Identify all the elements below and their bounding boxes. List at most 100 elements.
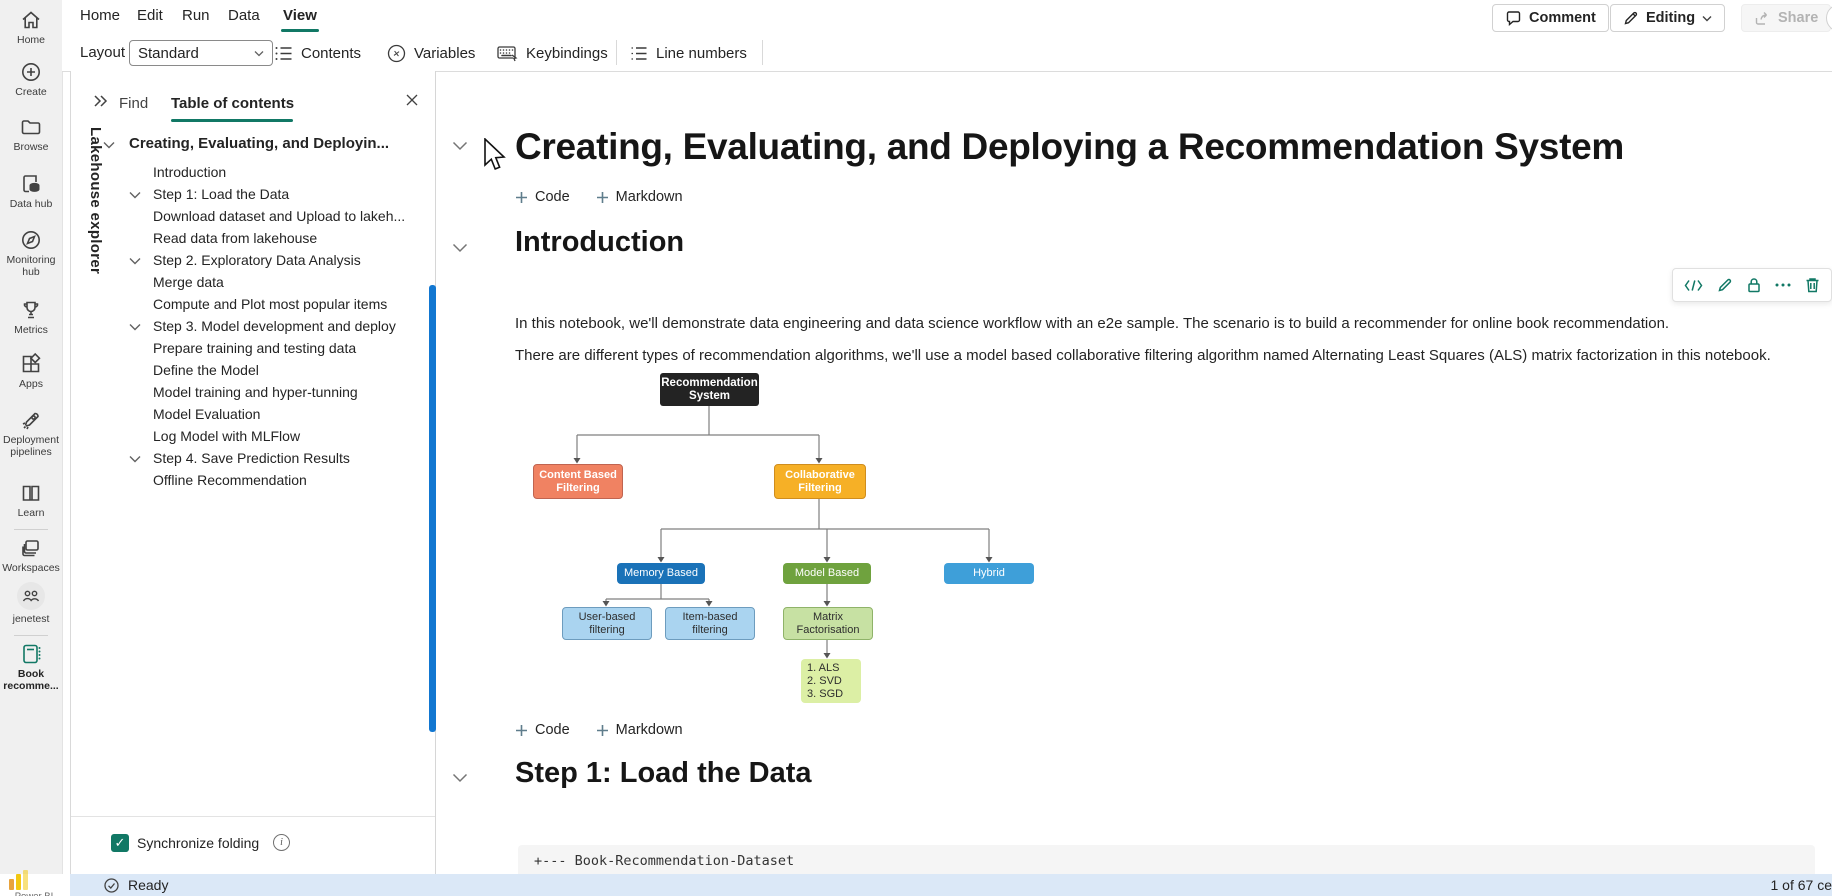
info-icon[interactable] (273, 834, 290, 851)
toc-item[interactable]: Model Evaluation (71, 403, 431, 425)
editing-label: Editing (1646, 10, 1696, 26)
line-numbers-button[interactable]: Line numbers (630, 41, 747, 65)
plus-icon (515, 724, 528, 737)
chevron-down-icon[interactable] (103, 141, 115, 149)
power-bi-label: Power BI (8, 891, 60, 896)
collapse-intro-cell-chevron[interactable] (452, 243, 468, 253)
expand-panel-button[interactable] (93, 94, 109, 108)
power-bi-logo[interactable]: Power BI (8, 870, 60, 896)
keybindings-button[interactable]: Keybindings (497, 41, 608, 65)
chevron-down-icon (1702, 15, 1712, 22)
toc-item[interactable]: Compute and Plot most popular items (71, 293, 431, 315)
synchronize-folding-label: Synchronize folding (137, 835, 260, 851)
contents-toggle-button[interactable]: Contents (275, 41, 361, 65)
sidebar-item-notebook-book-recommendation[interactable]: Book recomme... (0, 642, 62, 692)
keybindings-label: Keybindings (526, 44, 608, 62)
add-markdown-button[interactable]: Markdown (596, 722, 683, 738)
line-numbers-icon (630, 46, 648, 61)
toc-item[interactable]: Step 3. Model development and deploy (71, 315, 431, 337)
toc-item[interactable]: Introduction (71, 161, 431, 183)
contents-label: Contents (301, 44, 362, 62)
menu-home[interactable]: Home (80, 7, 120, 24)
layout-select[interactable]: Standard (129, 40, 273, 66)
plus-circle-icon (0, 60, 62, 84)
toc-item[interactable]: Step 1: Load the Data (71, 183, 431, 205)
add-code-button[interactable]: Code (515, 189, 570, 205)
toc-item[interactable]: Log Model with MLFlow (71, 425, 431, 447)
plus-icon (596, 724, 609, 737)
sidebar-item-deployment-pipelines[interactable]: Deployment pipelines (0, 408, 62, 458)
convert-to-code-icon[interactable] (1684, 279, 1703, 292)
synchronize-folding-checkbox[interactable] (111, 834, 129, 852)
toc-item[interactable]: Model training and hyper-tunning (71, 381, 431, 403)
sidebar-item-create[interactable]: Create (0, 60, 62, 98)
toc-item-label: Step 2. Exploratory Data Analysis (153, 252, 361, 268)
close-panel-button[interactable] (405, 93, 419, 107)
flowchart-node-matrix-factorisation: Matrix Factorisation (783, 607, 873, 640)
sidebar-item-monitoring-hub[interactable]: Monitoring hub (0, 228, 62, 278)
toc-item[interactable]: Step 2. Exploratory Data Analysis (71, 249, 431, 271)
sidebar-item-metrics[interactable]: Metrics (0, 298, 62, 336)
toc-item[interactable]: Step 4. Save Prediction Results (71, 447, 431, 469)
share-button[interactable]: Share (1741, 4, 1832, 32)
collapse-title-cell-chevron[interactable] (452, 141, 468, 151)
intro-heading: Introduction (515, 226, 685, 258)
people-icon (0, 581, 62, 611)
code-cell[interactable]: +--- Book-Recommendation-Dataset (518, 845, 1815, 874)
app-window: Home Create Browse Data hub Monitoring h… (0, 0, 1832, 896)
add-code-button[interactable]: Code (515, 722, 570, 738)
sidebar-item-home[interactable]: Home (0, 8, 62, 46)
chevron-down-icon[interactable] (129, 191, 141, 199)
recommendation-flowchart-image: Recommendation System Content Based Filt… (533, 371, 1093, 711)
tab-find[interactable]: Find (119, 95, 148, 112)
menu-edit[interactable]: Edit (137, 7, 163, 24)
add-code-label: Code (535, 189, 570, 205)
toc-item[interactable]: Download dataset and Upload to lakeh... (71, 205, 431, 227)
menu-data[interactable]: Data (228, 7, 260, 24)
sidebar-item-learn[interactable]: Learn (0, 481, 62, 519)
editing-mode-button[interactable]: Editing (1610, 4, 1726, 32)
flowchart-node-content-based-filtering: Content Based Filtering (533, 464, 623, 499)
sidebar-item-data-hub[interactable]: Data hub (0, 172, 62, 210)
toc-item[interactable]: Offline Recommendation (71, 469, 431, 491)
sidebar-item-browse[interactable]: Browse (0, 115, 62, 153)
plus-icon (596, 191, 609, 204)
rocket-icon (0, 408, 62, 432)
sidebar-item-apps[interactable]: Apps (0, 352, 62, 390)
share-label: Share (1778, 10, 1819, 26)
app-rail: Home Create Browse Data hub Monitoring h… (0, 0, 63, 874)
cell-toolbar (1672, 268, 1832, 302)
chevron-down-icon[interactable] (129, 323, 141, 331)
status-check-icon (104, 877, 119, 893)
toc-item[interactable]: Prepare training and testing data (71, 337, 431, 359)
more-options-icon[interactable] (1775, 283, 1791, 287)
tab-table-of-contents[interactable]: Table of contents (171, 95, 294, 112)
toc-item[interactable]: Read data from lakehouse (71, 227, 431, 249)
toc-item[interactable]: Creating, Evaluating, and Deployin... (71, 133, 431, 155)
contents-icon (275, 46, 293, 61)
chevron-down-icon[interactable] (129, 257, 141, 265)
add-markdown-button[interactable]: Markdown (596, 189, 683, 205)
edit-cell-icon[interactable] (1717, 277, 1733, 293)
sidebar-item-label: Data hub (9, 198, 53, 210)
delete-cell-icon[interactable] (1805, 277, 1820, 293)
notebook-scrollbar-thumb[interactable] (429, 285, 436, 732)
menu-view[interactable]: View (283, 7, 317, 24)
toc-item[interactable]: Define the Model (71, 359, 431, 381)
sidebar-item-workspaces[interactable]: Workspaces (0, 536, 62, 574)
chevron-down-icon (254, 50, 264, 57)
toc-item-label: Offline Recommendation (153, 472, 307, 488)
collapse-step1-cell-chevron[interactable] (452, 773, 468, 783)
chevron-down-icon[interactable] (129, 455, 141, 463)
sidebar-item-label: Browse (13, 141, 49, 153)
menu-run[interactable]: Run (182, 7, 210, 24)
toc-item[interactable]: Merge data (71, 271, 431, 293)
toc-item-label: Merge data (153, 274, 224, 290)
variables-button[interactable]: Variables (387, 41, 475, 65)
line-numbers-label: Line numbers (656, 44, 747, 62)
sidebar-item-workspace-jenetest[interactable]: jenetest (0, 581, 62, 625)
variables-label: Variables (414, 44, 476, 62)
home-icon (0, 8, 62, 32)
lock-cell-icon[interactable] (1747, 277, 1761, 293)
comment-button[interactable]: Comment (1492, 4, 1609, 32)
